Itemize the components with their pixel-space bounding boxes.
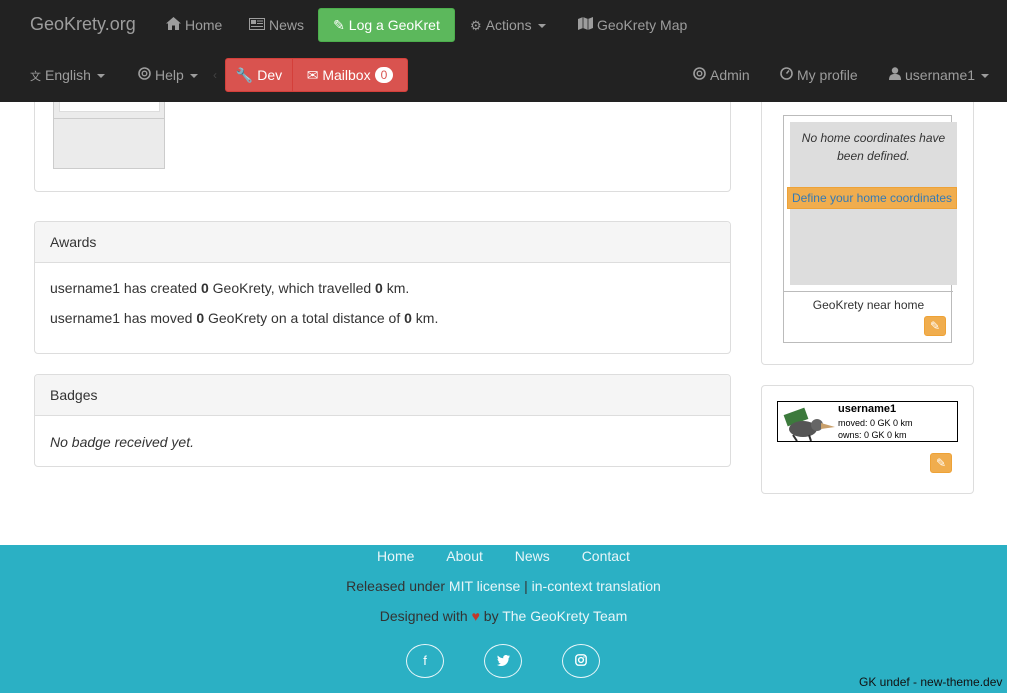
- footer: Home About News Contact Released under M…: [0, 545, 1007, 693]
- footer-link-contact[interactable]: Contact: [582, 548, 630, 564]
- language-dropdown[interactable]: 文 English: [30, 50, 105, 100]
- define-home-coordinates-button[interactable]: Define your home coordinates: [787, 187, 957, 209]
- chevron-down-icon: [537, 24, 546, 29]
- home-icon: [166, 1, 181, 51]
- navbar-row-primary: GeoKrety.org Home News ✎ Log a GeoKret ⚙…: [0, 0, 1007, 50]
- banner-username: username1: [838, 403, 897, 415]
- lifebuoy-icon: [138, 51, 151, 101]
- footer-designed-line: Designed with ♥ by The GeoKrety Team: [0, 608, 1007, 624]
- by-text: by: [479, 608, 503, 624]
- awards-panel: Awards username1 has created 0 GeoKrety,…: [34, 221, 731, 354]
- user-dropdown[interactable]: username1: [889, 50, 990, 101]
- awards-title: Awards: [35, 222, 730, 263]
- dev-label: Dev: [257, 67, 283, 83]
- nav-map[interactable]: GeoKrety Map: [578, 0, 687, 50]
- designed-with-text: Designed with: [379, 608, 472, 624]
- newspaper-icon: [249, 1, 265, 51]
- in-context-translation-link[interactable]: in-context translation: [532, 578, 661, 594]
- nav-news-label: News: [269, 17, 305, 33]
- language-label: English: [45, 67, 91, 83]
- pencil-icon: ✎: [935, 456, 947, 470]
- footer-license-line: Released under MIT license | in-context …: [0, 578, 1007, 594]
- geokrety-near-home-caption: GeoKrety near home: [784, 291, 953, 316]
- geokrety-team-link[interactable]: The GeoKrety Team: [502, 608, 627, 624]
- badges-panel: Badges No badge received yet.: [34, 374, 731, 467]
- released-under-text: Released under: [346, 578, 449, 594]
- banner-moved-stats: moved: 0 GK 0 km: [838, 418, 913, 428]
- mit-license-link[interactable]: MIT license: [449, 578, 520, 594]
- user-stats-banner: username1 moved: 0 GK 0 km owns: 0 GK 0 …: [777, 401, 958, 442]
- page: { "navbar": { "brand": "GeoKrety.org", "…: [0, 0, 1024, 693]
- dev-button[interactable]: 🔧 Dev: [225, 58, 293, 92]
- chevron-down-icon: [981, 74, 990, 79]
- version-text: GK undef - new-theme.dev: [859, 675, 1003, 689]
- chevron-left-icon: ‹: [213, 68, 217, 82]
- awards-created-line: username1 has created 0 GeoKrety, which …: [50, 280, 410, 296]
- pencil-icon: ✎: [929, 319, 941, 333]
- lifebuoy-icon: [693, 51, 706, 101]
- mailbox-label: Mailbox: [322, 67, 371, 83]
- nav-my-profile-label: My profile: [797, 67, 858, 83]
- footer-link-home[interactable]: Home: [377, 548, 414, 564]
- facebook-icon[interactable]: f: [406, 644, 444, 678]
- help-label: Help: [155, 67, 184, 83]
- mailbox-button[interactable]: ✉ Mailbox 0: [292, 58, 408, 92]
- nav-news[interactable]: News: [249, 0, 304, 50]
- edit-home-button[interactable]: ✎: [924, 316, 946, 336]
- nav-actions-label: Actions: [485, 17, 532, 33]
- heart-icon: ♥: [471, 608, 480, 624]
- no-badge-text: No badge received yet.: [50, 434, 194, 450]
- divider: [54, 118, 164, 119]
- awards-moved-line: username1 has moved 0 GeoKrety on a tota…: [50, 310, 439, 326]
- footer-link-about[interactable]: About: [446, 548, 483, 564]
- wrench-icon: 🔧: [235, 67, 254, 83]
- help-dropdown[interactable]: Help: [138, 50, 198, 100]
- separator-text: |: [520, 578, 532, 594]
- nav-map-label: GeoKrety Map: [597, 17, 688, 33]
- mailbox-count-badge: 0: [374, 67, 394, 83]
- footer-nav: Home About News Contact: [0, 548, 1007, 564]
- edit-banner-button[interactable]: ✎: [930, 453, 952, 473]
- brand-link[interactable]: GeoKrety.org: [30, 14, 136, 35]
- badges-title: Badges: [35, 375, 730, 416]
- chevron-down-icon: [96, 74, 105, 79]
- gears-icon: ⚙: [470, 18, 482, 33]
- dashboard-icon: [780, 51, 793, 101]
- chevron-down-icon: [189, 74, 198, 79]
- twitter-icon[interactable]: [484, 644, 522, 678]
- geokret-mascot-icon: [783, 407, 835, 441]
- envelope-icon: ✉: [306, 67, 319, 83]
- nav-home[interactable]: Home: [166, 0, 222, 50]
- nav-admin-label: Admin: [710, 67, 750, 83]
- nav-home-label: Home: [185, 17, 223, 33]
- home-coordinates-box: No home coordinates have been defined. D…: [783, 115, 957, 343]
- home-map: No home coordinates have been defined. D…: [787, 122, 957, 285]
- no-home-coordinates-text: No home coordinates have been defined.: [801, 131, 946, 163]
- nav-actions-dropdown[interactable]: ⚙ Actions: [470, 0, 546, 50]
- user-icon: [889, 51, 901, 101]
- nav-my-profile[interactable]: My profile: [780, 50, 858, 100]
- pencil-icon: ✎: [333, 17, 345, 33]
- log-geokret-button[interactable]: ✎ Log a GeoKret: [318, 8, 455, 42]
- footer-link-news[interactable]: News: [515, 548, 550, 564]
- instagram-icon[interactable]: [562, 644, 600, 678]
- top-navbar: GeoKrety.org Home News ✎ Log a GeoKret ⚙…: [0, 0, 1007, 102]
- user-label: username1: [905, 67, 976, 83]
- nav-admin[interactable]: Admin: [693, 50, 750, 100]
- language-icon: 文: [30, 71, 41, 83]
- map-icon: [578, 1, 593, 51]
- log-geokret-label: Log a GeoKret: [348, 17, 440, 33]
- banner-owns-stats: owns: 0 GK 0 km: [838, 430, 907, 440]
- navbar-row-secondary: 文 English Help ‹ 🔧 Dev ✉ Mailbox 0 Admin M…: [0, 50, 1007, 100]
